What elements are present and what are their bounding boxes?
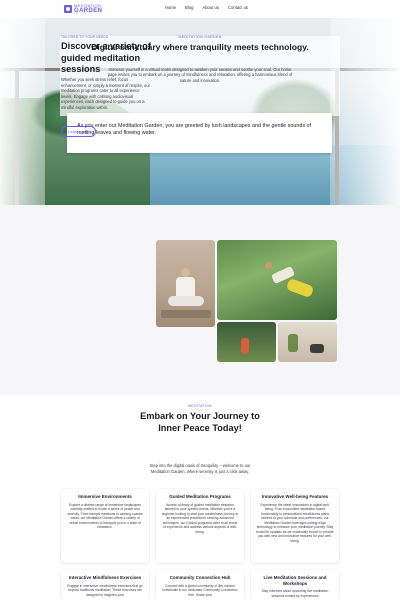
logo-icon xyxy=(64,5,72,13)
feature-card-title: Guided Meditation Programs xyxy=(169,494,231,499)
logo[interactable]: MEDITATION GARDEN xyxy=(64,3,114,15)
feature-card-text: Connect with a global community of like-… xyxy=(162,583,238,597)
feature-card-title: Innovative Well-being Features xyxy=(261,494,329,499)
feature-card: Immersive Environments Explore a diverse… xyxy=(61,489,149,563)
main-menu: Home Blog About us Contact us xyxy=(165,5,248,10)
sessions-text: Whether you seek stress relief, focus en… xyxy=(61,77,150,110)
feature-card-text: Explore a diverse range of immersive lan… xyxy=(67,502,143,530)
hero-card-text: As you enter our Meditation Garden, you … xyxy=(77,123,312,137)
feature-card-text: Engage in interactive mindfulness exerci… xyxy=(67,583,143,597)
feature-card: Community Connection Hub Connect with a … xyxy=(156,570,244,600)
feature-card-title: Interactive Mindfulness Exercises xyxy=(68,575,142,580)
feature-card: Interactive Mindfulness Exercises Engage… xyxy=(61,570,149,600)
feature-card: Innovative Well-being Features Experienc… xyxy=(251,489,339,563)
nav-blog[interactable]: Blog xyxy=(185,5,193,10)
sessions-title: Discover a variety of guided meditation … xyxy=(61,41,151,74)
journey-tag: MEDITATION xyxy=(188,404,212,408)
sessions-tag: TAILORED TO YOUR NEEDS xyxy=(61,35,109,39)
hero-card: As you enter our Meditation Garden, you … xyxy=(67,113,332,153)
nav-home[interactable]: Home xyxy=(165,5,176,10)
top-nav: MEDITATION GARDEN Home Blog About us Con… xyxy=(0,0,400,18)
learn-more-button[interactable]: Learn more xyxy=(61,126,96,137)
logo-line2: GARDEN xyxy=(74,8,103,14)
feature-card: Live Meditation Sessions and Workshops S… xyxy=(251,570,339,600)
nav-about-us[interactable]: About us xyxy=(202,5,219,10)
journey-subtitle: Step into the digital oasis of tranquili… xyxy=(149,463,251,474)
meditation-photo-seated xyxy=(156,240,215,327)
hero-tag: MEDITATION GARDEN xyxy=(178,35,222,39)
meditation-photo-forest xyxy=(217,322,276,362)
feature-card-text: Stay informed about upcoming live medita… xyxy=(261,589,329,598)
feature-card-title: Immersive Environments xyxy=(78,494,132,499)
curtain-right xyxy=(330,18,400,205)
curtain-left xyxy=(0,18,45,205)
journey-title: Embark on Your Journey to Inner Peace To… xyxy=(140,411,260,433)
feature-card: Guided Meditation Programs Access a libr… xyxy=(156,489,244,563)
feature-card-text: Experience the latest innovations in dig… xyxy=(256,502,334,543)
meditation-photo-yoga-garden xyxy=(217,240,337,320)
feature-card-text: Access a library of guided meditation se… xyxy=(161,502,239,534)
nav-contact-us[interactable]: Contact us xyxy=(228,5,248,10)
feature-card-title: Live Meditation Sessions and Workshops xyxy=(263,575,327,586)
meditation-photo-studio xyxy=(278,322,337,362)
feature-card-title: Community Connection Hub xyxy=(169,575,231,580)
